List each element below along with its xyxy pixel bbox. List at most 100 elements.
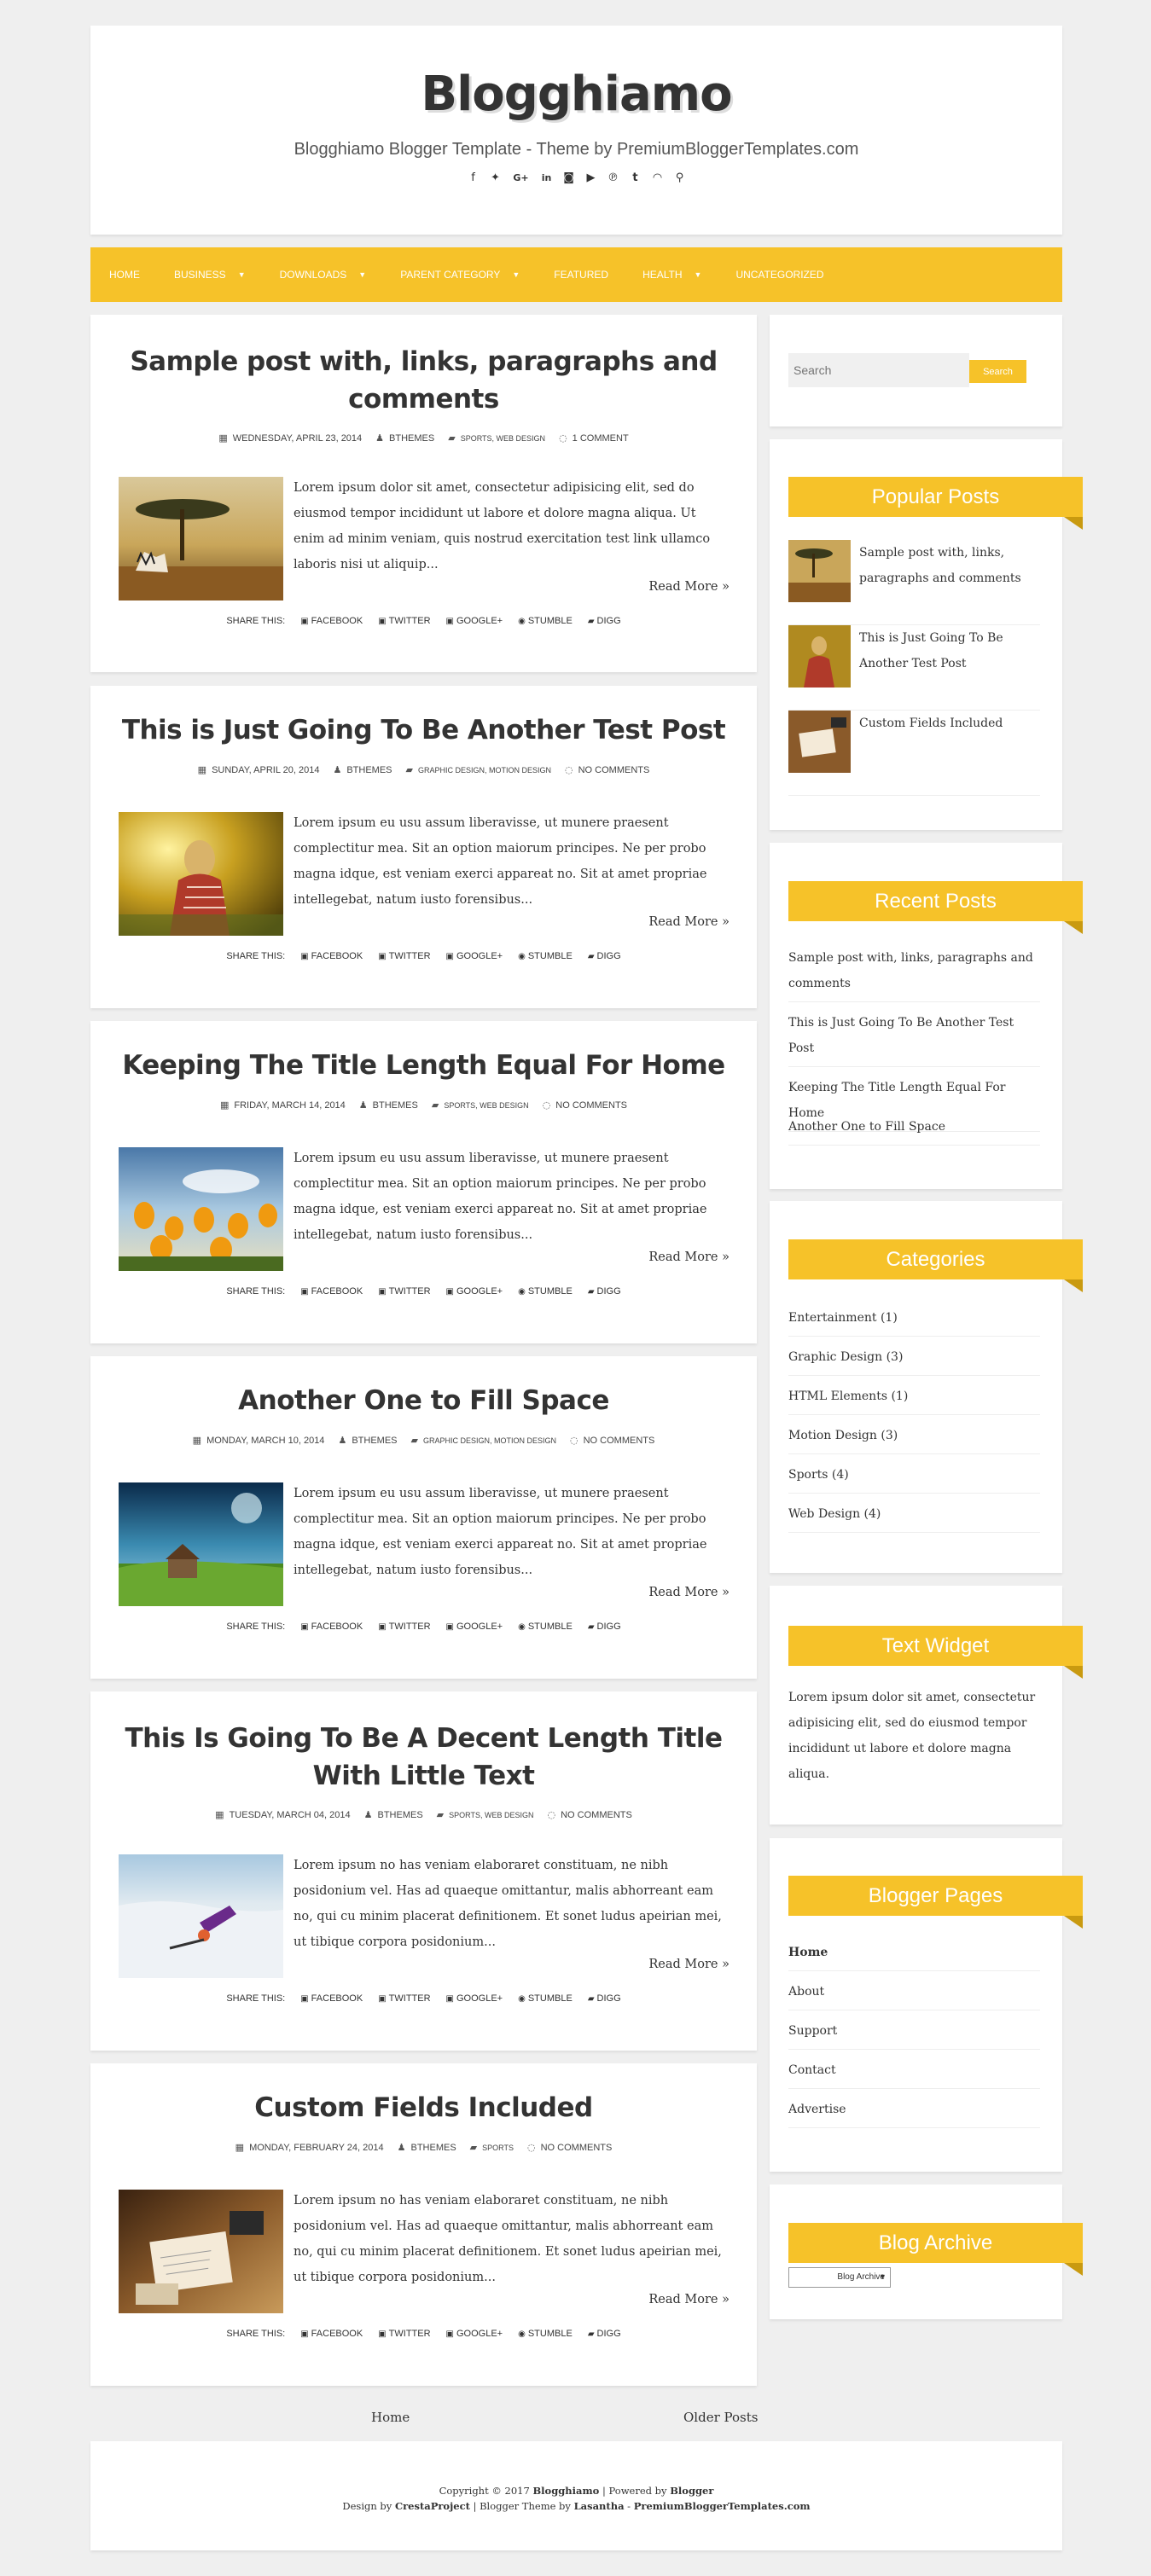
share-digg[interactable]: ▰ Digg — [588, 1622, 621, 1632]
post-categories[interactable]: Sports — [482, 2144, 514, 2152]
category-item[interactable]: HTML Elements (1) — [788, 1384, 1040, 1415]
category-item[interactable]: Graphic Design (3) — [788, 1344, 1040, 1376]
archive-select[interactable]: Blog Archive ▾ — [788, 2267, 891, 2288]
share-google[interactable]: ▣ Google+ — [446, 951, 503, 961]
post-comments[interactable]: No Comments — [584, 1436, 655, 1446]
category-item[interactable]: Web Design (4) — [788, 1501, 1040, 1533]
popular-post-thumbnail[interactable] — [788, 540, 851, 602]
post-title[interactable]: Custom Fields Included — [116, 2089, 731, 2126]
nav-item-parent-category[interactable]: Parent Category ▼ — [400, 269, 520, 281]
post-thumbnail[interactable] — [119, 1147, 283, 1271]
post-thumbnail[interactable] — [119, 1854, 283, 1978]
share-stumble[interactable]: ◉ Stumble — [518, 1622, 573, 1632]
category-item[interactable]: Motion Design (3) — [788, 1423, 1040, 1454]
nav-item-downloads[interactable]: Downloads ▼ — [280, 269, 367, 281]
page-item-about[interactable]: About — [788, 1979, 1040, 2010]
pinterest-icon[interactable]: ℗ — [607, 172, 619, 184]
share-twitter[interactable]: ▣ Twitter — [378, 1622, 430, 1632]
share-stumble[interactable]: ◉ Stumble — [518, 2329, 573, 2339]
post-thumbnail[interactable] — [119, 477, 283, 600]
post-categories[interactable]: Graphic Design, Motion Design — [418, 766, 551, 775]
share-google[interactable]: ▣ Google+ — [446, 616, 503, 626]
pager-older-posts-link[interactable]: Older Posts — [683, 2410, 758, 2425]
share-digg[interactable]: ▰ Digg — [588, 1286, 621, 1297]
post-comments[interactable]: No Comments — [561, 1810, 632, 1820]
footer-blogger-link[interactable]: Blogger — [670, 2485, 713, 2497]
share-stumble[interactable]: ◉ Stumble — [518, 616, 573, 626]
share-stumble[interactable]: ◉ Stumble — [518, 951, 573, 961]
post-comments[interactable]: No Comments — [555, 1100, 627, 1111]
nav-item-home[interactable]: Home — [109, 269, 140, 281]
share-twitter[interactable]: ▣ Twitter — [378, 951, 430, 961]
post-comments[interactable]: No Comments — [578, 765, 650, 775]
read-more-link[interactable]: Read More » — [648, 1250, 730, 1264]
post-thumbnail[interactable] — [119, 812, 283, 936]
popular-post-title[interactable]: Sample post with, links, paragraphs and … — [859, 540, 1040, 591]
read-more-link[interactable]: Read More » — [648, 2293, 730, 2306]
share-google[interactable]: ▣ Google+ — [446, 1622, 503, 1632]
category-item[interactable]: Sports (4) — [788, 1462, 1040, 1494]
page-item-home[interactable]: Home — [788, 1940, 1040, 1971]
post-title[interactable]: This is Just Going To Be Another Test Po… — [116, 711, 731, 749]
search-button[interactable]: Search — [969, 360, 1026, 383]
nav-item-uncategorized[interactable]: Uncategorized — [735, 269, 823, 281]
share-digg[interactable]: ▰ Digg — [588, 2329, 621, 2339]
search-input[interactable] — [788, 353, 969, 387]
footer-cresta-link[interactable]: CrestaProject — [395, 2500, 470, 2512]
footer-site-link[interactable]: Blogghiamo — [532, 2485, 599, 2497]
read-more-link[interactable]: Read More » — [648, 580, 730, 594]
read-more-link[interactable]: Read More » — [648, 1958, 730, 1971]
nav-item-health[interactable]: Health ▼ — [642, 269, 701, 281]
post-categories[interactable]: Graphic Design, Motion Design — [423, 1436, 556, 1445]
post-author[interactable]: BThemes — [410, 2143, 456, 2153]
post-title[interactable]: This Is Going To Be A Decent Length Titl… — [116, 1720, 731, 1795]
share-twitter[interactable]: ▣ Twitter — [378, 1286, 430, 1297]
popular-post-thumbnail[interactable] — [788, 625, 851, 688]
share-twitter[interactable]: ▣ Twitter — [378, 2329, 430, 2339]
youtube-icon[interactable]: ▶ — [585, 172, 597, 184]
read-more-link[interactable]: Read More » — [648, 915, 730, 929]
share-facebook[interactable]: ▣ Facebook — [300, 951, 363, 961]
post-author[interactable]: BThemes — [346, 765, 392, 775]
twitter-icon[interactable]: ✦ — [490, 172, 502, 184]
share-facebook[interactable]: ▣ Facebook — [300, 1993, 363, 2004]
site-title[interactable]: Blogghiamo — [90, 67, 1062, 122]
post-title[interactable]: Sample post with, links, paragraphs and … — [116, 343, 731, 418]
popular-post-thumbnail[interactable] — [788, 711, 851, 773]
share-digg[interactable]: ▰ Digg — [588, 1993, 621, 2004]
post-categories[interactable]: Sports, Web Design — [461, 434, 545, 443]
nav-item-featured[interactable]: Featured — [554, 269, 608, 281]
post-title[interactable]: Another One to Fill Space — [116, 1382, 731, 1419]
footer-pbt-link[interactable]: PremiumBloggerTemplates.com — [634, 2500, 811, 2512]
page-item-advertise[interactable]: Advertise — [788, 2097, 1040, 2128]
read-more-link[interactable]: Read More » — [648, 1586, 730, 1599]
share-google[interactable]: ▣ Google+ — [446, 1993, 503, 2004]
popular-post-item[interactable]: Sample post with, links, paragraphs and … — [788, 540, 1040, 625]
post-comments[interactable]: No Comments — [541, 2143, 613, 2153]
footer-lasantha-link[interactable]: Lasantha — [574, 2500, 625, 2512]
post-author[interactable]: BThemes — [377, 1810, 422, 1820]
share-stumble[interactable]: ◉ Stumble — [518, 1286, 573, 1297]
linkedin-icon[interactable]: in — [541, 172, 553, 184]
recent-post-item[interactable]: This is Just Going To Be Another Test Po… — [788, 1010, 1040, 1067]
share-twitter[interactable]: ▣ Twitter — [378, 1993, 430, 2004]
share-twitter[interactable]: ▣ Twitter — [378, 616, 430, 626]
tumblr-icon[interactable]: t — [630, 172, 642, 184]
popular-post-item[interactable]: This is Just Going To Be Another Test Po… — [788, 625, 1040, 711]
page-item-support[interactable]: Support — [788, 2018, 1040, 2050]
share-facebook[interactable]: ▣ Facebook — [300, 1622, 363, 1632]
share-digg[interactable]: ▰ Digg — [588, 616, 621, 626]
page-item-contact[interactable]: Contact — [788, 2057, 1040, 2089]
share-google[interactable]: ▣ Google+ — [446, 2329, 503, 2339]
post-categories[interactable]: Sports, Web Design — [444, 1101, 528, 1110]
nav-item-business[interactable]: Business ▼ — [174, 269, 246, 281]
post-comments[interactable]: 1 Comment — [573, 433, 629, 444]
share-google[interactable]: ▣ Google+ — [446, 1286, 503, 1297]
share-facebook[interactable]: ▣ Facebook — [300, 2329, 363, 2339]
share-facebook[interactable]: ▣ Facebook — [300, 616, 363, 626]
post-author[interactable]: BThemes — [352, 1436, 397, 1446]
post-author[interactable]: BThemes — [373, 1100, 418, 1111]
facebook-icon[interactable]: f — [468, 172, 480, 184]
search-icon[interactable]: ⚲ — [674, 172, 686, 184]
share-stumble[interactable]: ◉ Stumble — [518, 1993, 573, 2004]
